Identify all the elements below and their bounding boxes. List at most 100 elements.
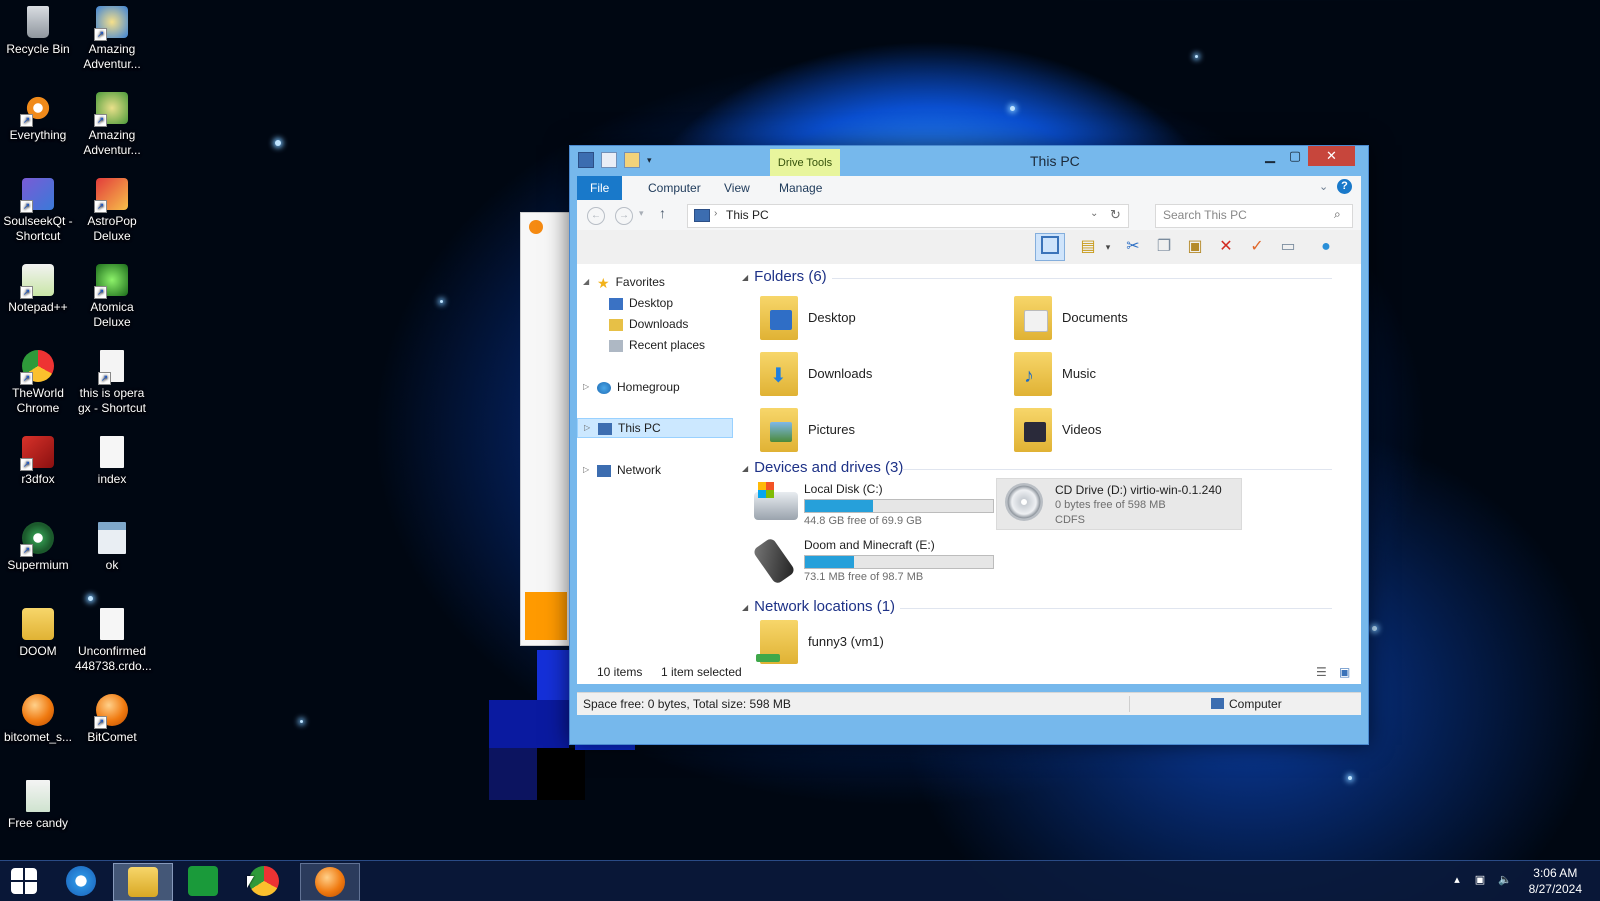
desktop-icon-theworld-chrome[interactable]: TheWorld Chrome [1, 350, 75, 416]
items-view: ◢ Folders (6) Desktop Documents ⬇ Downloa… [597, 264, 1361, 684]
desktop-icon-supermium[interactable]: Supermium [1, 522, 75, 573]
desktop-icon-free-candy[interactable]: Free candy [1, 780, 75, 831]
new-folder-icon[interactable] [624, 152, 640, 168]
desktop-icon-astropop[interactable]: AstroPop Deluxe [75, 178, 149, 244]
desktop-icon-atomica[interactable]: Atomica Deluxe [75, 264, 149, 330]
refresh-icon[interactable]: ↻ [1110, 207, 1121, 223]
script-icon [26, 780, 50, 812]
address-dropdown-icon[interactable]: ⌄ [1090, 208, 1098, 219]
volume-muted-icon[interactable]: 🔈 [1498, 873, 1512, 887]
folder-pictures[interactable]: Pictures [750, 406, 990, 456]
address-bar[interactable]: › This PC ⌄ ↻ [687, 204, 1129, 228]
recent-locations-icon[interactable]: ▾ [639, 208, 644, 219]
taskbar-bitcomet[interactable] [300, 863, 360, 901]
cut-icon[interactable]: ✂ [1122, 236, 1144, 258]
search-input[interactable]: Search This PC [1163, 208, 1247, 222]
desktop-icon-soulseek[interactable]: SoulseekQt - Shortcut [1, 178, 75, 244]
expand-arrow-icon[interactable]: ◢ [583, 272, 589, 292]
collapse-arrow-icon[interactable]: ◢ [742, 273, 748, 282]
desktop-icon-doom[interactable]: DOOM [1, 608, 75, 659]
chevron-down-icon[interactable]: ▾ [647, 155, 652, 166]
show-hidden-icons-button[interactable]: ▴ [1450, 873, 1464, 887]
details-view-icon[interactable]: ☰ [1316, 660, 1327, 684]
folder-documents[interactable]: Documents [1004, 294, 1244, 344]
folder-videos[interactable]: Videos [1004, 406, 1244, 456]
expand-arrow-icon[interactable]: ▷ [583, 460, 589, 480]
chevron-down-icon[interactable]: ▾ [1097, 236, 1119, 258]
expand-arrow-icon[interactable]: ▷ [584, 419, 590, 437]
nav-favorites[interactable]: ◢ ★ Favorites [577, 272, 733, 292]
desktop-icon-amazing-adventures-2[interactable]: Amazing Adventur... [75, 92, 149, 158]
tab-file[interactable]: File [577, 176, 623, 200]
folder-music[interactable]: ♪ Music [1004, 350, 1244, 400]
paste-icon[interactable]: ▣ [1184, 236, 1206, 258]
section-devices-and-drives[interactable]: ◢ Devices and drives (3) [742, 459, 1332, 476]
maximize-button[interactable]: ▢ [1283, 146, 1307, 166]
desktop-icon-notepad-plus-plus[interactable]: Notepad++ [1, 264, 75, 315]
tab-view[interactable]: View [711, 176, 763, 200]
close-button[interactable]: ✕ [1308, 146, 1355, 166]
folder-desktop[interactable]: Desktop [750, 294, 990, 344]
nav-recent-places[interactable]: Recent places [577, 335, 733, 355]
tab-computer[interactable]: Computer [635, 176, 714, 200]
rename-icon[interactable]: ▭ [1277, 236, 1299, 258]
up-button[interactable]: ↑ [659, 205, 666, 221]
clock[interactable]: 3:06 AM 8/27/2024 [1529, 865, 1582, 897]
drive-doom-and-minecraft-e[interactable]: Doom and Minecraft (E:) 73.1 MB free of … [746, 536, 996, 590]
nav-homegroup[interactable]: ▷ Homegroup [577, 377, 733, 397]
drive-local-disk-c[interactable]: Local Disk (C:) 44.8 GB free of 69.9 GB [746, 482, 996, 534]
breadcrumb-this-pc[interactable]: This PC [726, 208, 769, 222]
explorer-window[interactable]: ▾ Drive Tools This PC ▁ ▢ ✕ File Compute… [569, 145, 1369, 745]
desktop-icon-bitcomet[interactable]: BitComet [75, 694, 149, 745]
nav-downloads[interactable]: Downloads [577, 314, 733, 334]
drive-cd-d[interactable]: CD Drive (D:) virtio-win-0.1.240 0 bytes… [996, 478, 1242, 530]
search-icon[interactable]: ⌕ [1334, 207, 1341, 222]
desktop-icon-everything[interactable]: Everything [1, 92, 75, 143]
desktop-icon-ok[interactable]: ok [75, 522, 149, 573]
section-network-locations[interactable]: ◢ Network locations (1) [742, 598, 1332, 615]
nav-network[interactable]: ▷ Network [577, 460, 733, 480]
folder-downloads[interactable]: ⬇ Downloads [750, 350, 990, 400]
delete-icon[interactable]: ✕ [1215, 236, 1237, 258]
desktop-icon-opera-gx-shortcut[interactable]: this is opera gx - Shortcut [75, 350, 149, 416]
taskbar-store[interactable] [174, 863, 232, 899]
minimize-button[interactable]: ▁ [1258, 146, 1282, 166]
desktop-icon-recycle-bin[interactable]: Recycle Bin [1, 6, 75, 57]
collapse-arrow-icon[interactable]: ◢ [742, 603, 748, 612]
network-tray-icon[interactable]: ▣ [1473, 873, 1487, 887]
drive-e-usage-fill [805, 556, 854, 568]
start-button[interactable] [0, 863, 48, 899]
background-window[interactable] [520, 212, 572, 646]
desktop-icon-unconfirmed-download[interactable]: Unconfirmed 448738.crdo... [75, 608, 152, 674]
taskbar-internet-explorer[interactable] [52, 863, 110, 899]
desktop-icon-index[interactable]: index [75, 436, 149, 487]
expand-ribbon-icon[interactable]: ⌄ [1319, 180, 1328, 193]
nav-desktop[interactable]: Desktop [577, 293, 733, 313]
notepad-plus-plus-icon [20, 264, 54, 299]
status-divider [1129, 696, 1130, 712]
nav-this-pc[interactable]: ▷ This PC [577, 418, 733, 438]
desktop-icon-r3dfox[interactable]: r3dfox [1, 436, 75, 487]
large-icons-view-icon[interactable]: ▣ [1339, 660, 1350, 684]
taskbar-theworld-chrome[interactable] [235, 863, 293, 899]
preview-pane-button[interactable] [1035, 233, 1065, 261]
copy-icon[interactable]: ❐ [1153, 236, 1175, 258]
desktop-icon-amazing-adventures-1[interactable]: Amazing Adventur... [75, 6, 149, 72]
tab-manage[interactable]: Manage [766, 176, 835, 200]
taskbar-file-explorer[interactable] [113, 863, 173, 901]
check-icon[interactable]: ✓ [1246, 236, 1268, 258]
folder-options-icon[interactable]: ▤ [1077, 236, 1099, 258]
quick-access-toolbar: ▾ [578, 152, 652, 168]
forward-button[interactable]: → [615, 207, 633, 225]
expand-arrow-icon[interactable]: ▷ [583, 377, 589, 397]
computer-icon[interactable] [578, 152, 594, 168]
section-folders[interactable]: ◢ Folders (6) [742, 268, 1332, 285]
properties-icon[interactable] [601, 152, 617, 168]
collapse-arrow-icon[interactable]: ◢ [742, 464, 748, 473]
back-button[interactable]: ← [587, 207, 605, 225]
search-box[interactable]: Search This PC ⌕ [1155, 204, 1353, 228]
globe-icon[interactable]: ● [1315, 236, 1337, 258]
title-bar[interactable]: ▾ Drive Tools This PC ▁ ▢ ✕ [570, 146, 1368, 177]
desktop-icon-bitcomet-setup[interactable]: bitcomet_s... [1, 694, 75, 745]
help-icon[interactable]: ? [1337, 179, 1352, 194]
